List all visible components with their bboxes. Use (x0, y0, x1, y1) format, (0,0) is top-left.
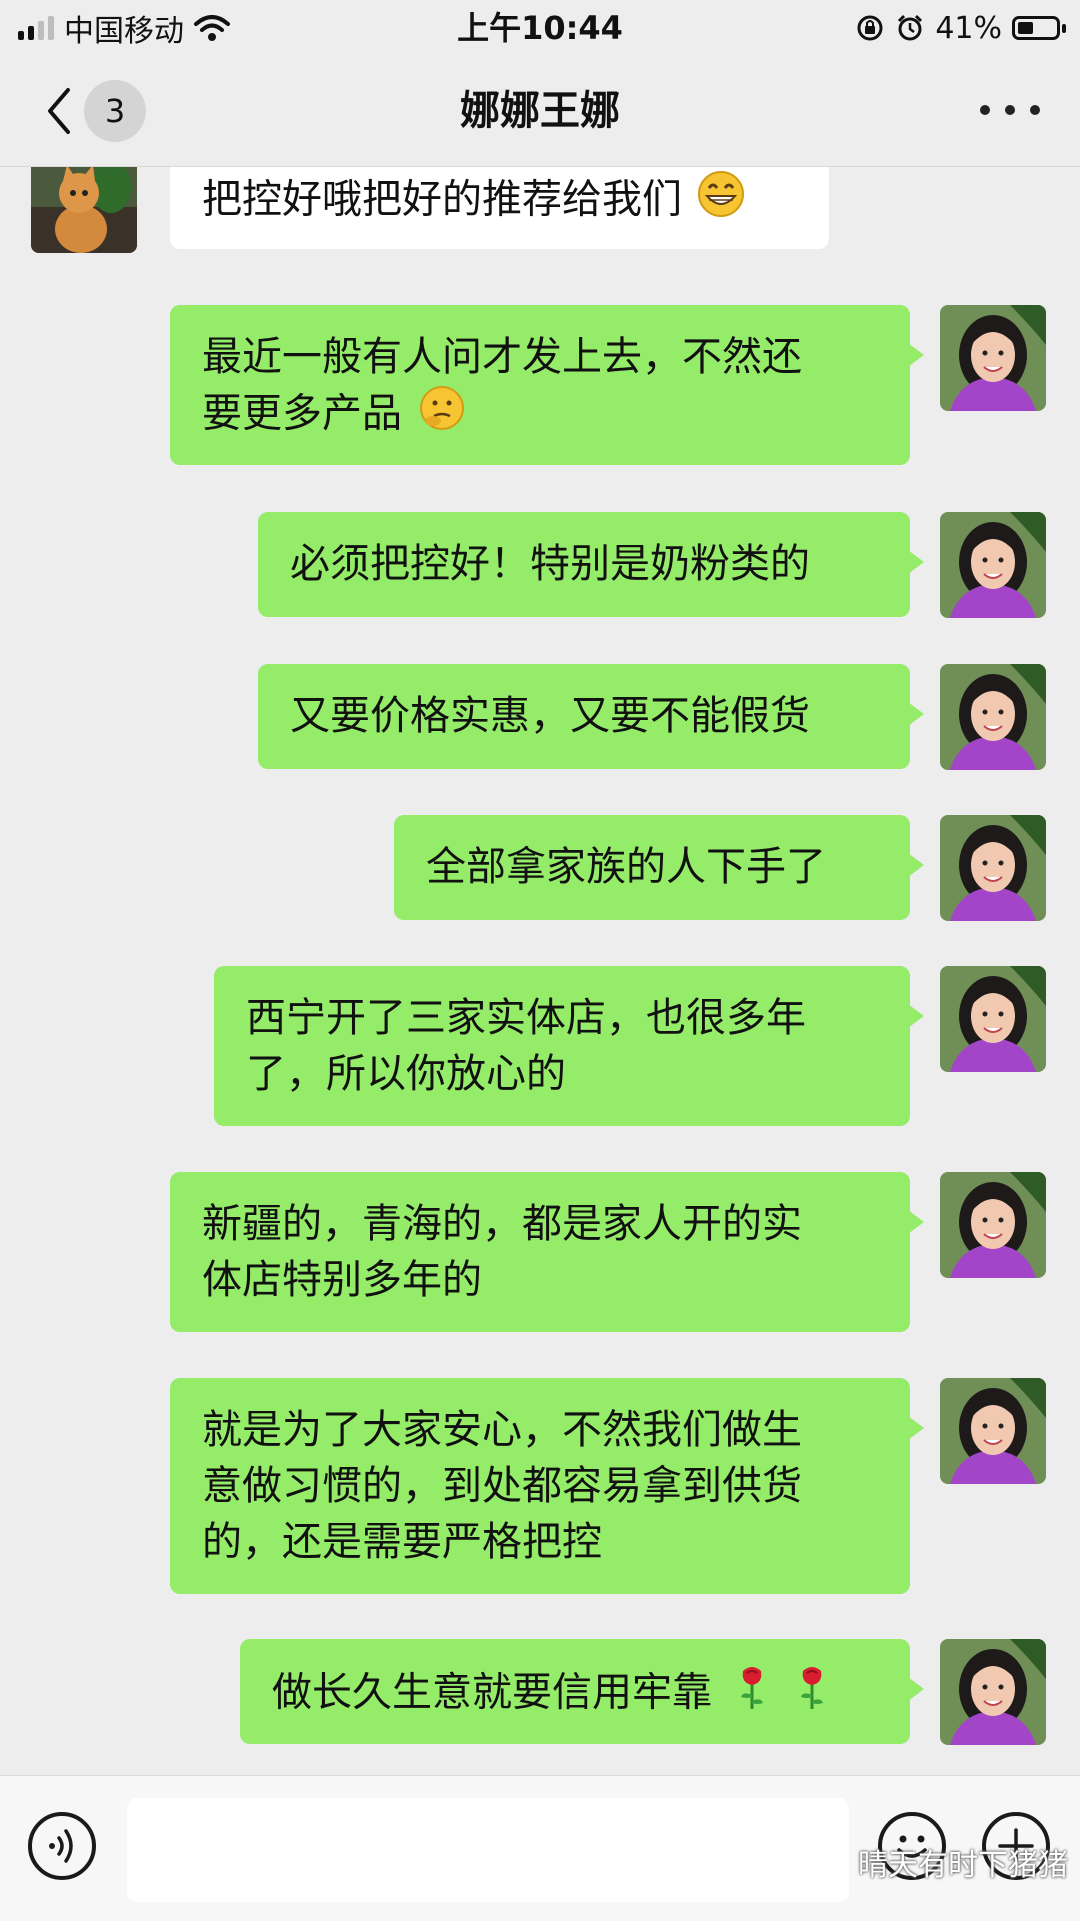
message-text-line: 西宁开了三家实体店，也很多年 (246, 995, 806, 1041)
message-text-line: 的，还是需要严格把控 (202, 1519, 602, 1565)
battery-level-fill (1018, 22, 1033, 34)
message-text-line: 新疆的，青海的，都是家人开的实 (202, 1201, 802, 1247)
voice-input-button[interactable] (28, 1812, 96, 1880)
message-text-line: 体店特别多年的 (202, 1257, 482, 1303)
message-text-line: 最近一般有人问才发上去，不然还 (202, 334, 802, 380)
more-options-icon[interactable] (980, 100, 1040, 120)
grinning-face-emoji-icon (697, 170, 745, 233)
message-bubble-outgoing[interactable]: 最近一般有人问才发上去，不然还 要更多产品 (170, 305, 924, 465)
message-bubble-outgoing[interactable]: 做长久生意就要信用牢靠 (240, 1639, 924, 1744)
message-bubble-outgoing[interactable]: 西宁开了三家实体店，也很多年 了，所以你放心的 (214, 966, 924, 1126)
alarm-icon (898, 14, 923, 41)
message-bubble-outgoing[interactable]: 就是为了大家安心，不然我们做生 意做习惯的，到处都容易拿到供货 的，还是需要严格… (170, 1378, 924, 1594)
message-text: 做长久生意就要信用牢靠 (272, 1669, 712, 1716)
input-bar: 晴天有时下猪猪 (0, 1775, 1080, 1921)
my-avatar[interactable] (940, 1639, 1046, 1745)
chat-title: 娜娜王娜 (460, 88, 620, 134)
contact-avatar[interactable] (31, 167, 137, 253)
my-avatar[interactable] (940, 1378, 1046, 1484)
rose-emoji-icon (795, 1663, 829, 1726)
my-avatar[interactable] (940, 512, 1046, 618)
message-text-line: 了，所以你放心的 (246, 1051, 566, 1097)
message-text-line: 就是为了大家安心，不然我们做生 (202, 1407, 802, 1453)
message-text-line: 要更多产品 (202, 390, 402, 437)
message-text: 全部拿家族的人下手了 (426, 844, 826, 890)
rotation-lock-icon (857, 15, 883, 41)
rose-emoji-icon (735, 1663, 769, 1726)
message-bubble-incoming[interactable]: 把控好哦把好的推荐给我们 (170, 167, 829, 249)
message-text: 必须把控好！特别是奶粉类的 (290, 541, 810, 587)
message-bubble-outgoing[interactable]: 必须把控好！特别是奶粉类的 (258, 512, 924, 617)
message-bubble-outgoing[interactable]: 新疆的，青海的，都是家人开的实 体店特别多年的 (170, 1172, 924, 1332)
watermark-text: 晴天有时下猪猪 (858, 1848, 1068, 1883)
message-text-line: 意做习惯的，到处都容易拿到供货 (202, 1463, 802, 1509)
watermark: 晴天有时下猪猪 (800, 1834, 1068, 1890)
chat-header: 3 娜娜王娜 (0, 56, 1080, 167)
message-input[interactable] (127, 1798, 849, 1902)
message-list[interactable]: 把控好哦把好的推荐给我们 最近一般有人问才发上去，不然还 要更多产品 必须把控好… (0, 167, 1080, 1774)
my-avatar[interactable] (940, 1172, 1046, 1278)
my-avatar[interactable] (940, 305, 1046, 411)
battery-icon (1012, 16, 1066, 40)
message-bubble-outgoing[interactable]: 又要价格实惠，又要不能假货 (258, 664, 924, 769)
message-bubble-outgoing[interactable]: 全部拿家族的人下手了 (394, 815, 924, 920)
my-avatar[interactable] (940, 664, 1046, 770)
voice-wave-icon (49, 1829, 73, 1863)
message-text: 把控好哦把好的推荐给我们 (202, 176, 682, 223)
thinking-face-emoji-icon (419, 385, 465, 446)
status-bar: 中国移动 上午10:44 41% (0, 0, 1080, 56)
my-avatar[interactable] (940, 966, 1046, 1072)
my-avatar[interactable] (940, 815, 1046, 921)
battery-percent: 41% (935, 10, 1002, 46)
wechat-logo-icon (801, 1844, 847, 1879)
message-text: 又要价格实惠，又要不能假货 (290, 693, 810, 739)
